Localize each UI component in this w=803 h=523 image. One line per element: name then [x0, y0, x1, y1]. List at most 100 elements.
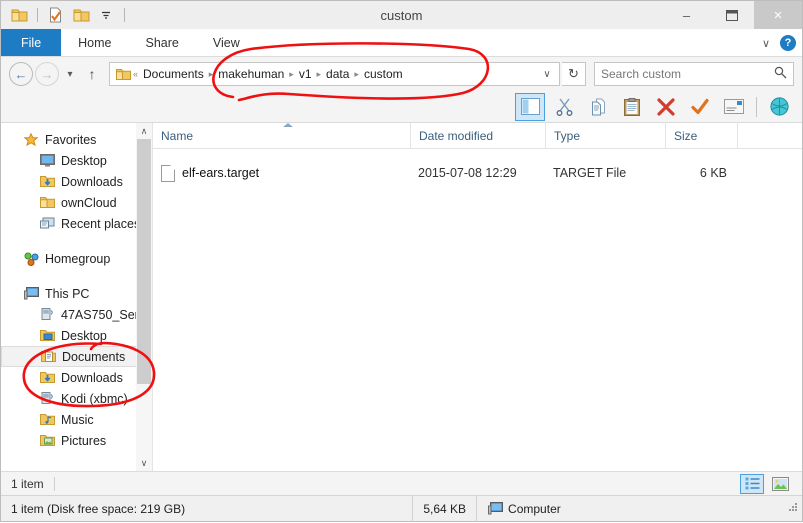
- confirm-icon[interactable]: [685, 93, 715, 121]
- column-header-date-modified[interactable]: Date modified: [410, 122, 545, 148]
- new-folder-icon[interactable]: [70, 5, 92, 25]
- column-headers: Name Date modified Type Size: [153, 123, 802, 149]
- sidebar-item-recent-places[interactable]: Recent places: [1, 213, 152, 234]
- details-view-button[interactable]: [740, 474, 764, 494]
- sidebar-item-documents[interactable]: Documents: [1, 346, 146, 367]
- tab-home[interactable]: Home: [61, 29, 128, 56]
- tab-file[interactable]: File: [1, 29, 61, 56]
- tab-share[interactable]: Share: [129, 29, 196, 56]
- scrollbar-thumb[interactable]: [137, 139, 151, 384]
- navigation-pane-scrollbar[interactable]: ∧ ∨: [136, 123, 152, 471]
- sidebar-group-homegroup[interactable]: Homegroup: [1, 248, 152, 269]
- title-bar: custom – ×: [1, 1, 802, 29]
- ribbon-tab-bar: File Home Share View ∨ ?: [1, 29, 802, 57]
- sidebar-item-music[interactable]: Music: [1, 409, 152, 430]
- sidebar-label: ownCloud: [61, 196, 117, 210]
- resize-grip[interactable]: [788, 502, 802, 515]
- sidebar-group-this-pc[interactable]: This PC: [1, 283, 152, 304]
- tab-view[interactable]: View: [196, 29, 257, 56]
- up-button[interactable]: ↑: [81, 62, 103, 86]
- sidebar-spacer-1: [1, 234, 152, 248]
- column-header-name[interactable]: Name: [153, 122, 410, 148]
- sidebar-label: Favorites: [45, 133, 96, 147]
- breadcrumb-item-data[interactable]: data: [322, 67, 353, 81]
- desktop-folder-icon: [39, 328, 55, 344]
- search-box[interactable]: [594, 62, 794, 86]
- file-list-pane: Name Date modified Type Size elf-ears.ta…: [153, 123, 802, 471]
- search-icon[interactable]: [774, 66, 787, 82]
- customize-dropdown-icon[interactable]: [95, 5, 117, 25]
- table-row[interactable]: elf-ears.target 2015-07-08 12:29 TARGET …: [153, 161, 802, 185]
- column-header-size[interactable]: Size: [665, 122, 737, 148]
- shell-icon[interactable]: [764, 93, 794, 121]
- qat-divider-1: [37, 8, 38, 22]
- explorer-body: Favorites Desktop: [1, 123, 802, 471]
- sidebar-item-owncloud[interactable]: ownCloud: [1, 192, 152, 213]
- help-icon[interactable]: ?: [780, 35, 796, 51]
- sidebar-label: Music: [61, 413, 94, 427]
- breadcrumb-item-documents[interactable]: Documents: [139, 67, 208, 81]
- breadcrumb-dropdown-icon[interactable]: ∨: [539, 69, 555, 80]
- homegroup-icon: [23, 251, 39, 267]
- forward-button[interactable]: →: [35, 62, 59, 86]
- sidebar-label: This PC: [45, 287, 89, 301]
- recent-places-icon: [39, 216, 55, 232]
- back-button[interactable]: ←: [9, 62, 33, 86]
- file-date-cell: 2015-07-08 12:29: [410, 166, 545, 180]
- pictures-folder-icon: [39, 433, 55, 449]
- breadcrumb-item-custom[interactable]: custom: [360, 67, 407, 81]
- sidebar-item-downloads-fav[interactable]: Downloads: [1, 171, 152, 192]
- refresh-button[interactable]: ↻: [562, 62, 586, 86]
- chevron-down-icon[interactable]: ∨: [762, 37, 770, 50]
- device-icon: [39, 391, 55, 407]
- large-icons-view-button[interactable]: [768, 474, 792, 494]
- breadcrumb[interactable]: « Documents ▸ makehuman ▸ v1 ▸ data ▸ cu…: [109, 62, 560, 86]
- downloads-folder-icon: [39, 174, 55, 190]
- sidebar-item-downloads[interactable]: Downloads: [1, 367, 152, 388]
- item-count-bar: 1 item: [1, 471, 802, 495]
- status-bar: 1 item (Disk free space: 219 GB) 5,64 KB…: [1, 495, 802, 521]
- delete-icon[interactable]: [651, 93, 681, 121]
- sidebar-group-favorites[interactable]: Favorites: [1, 129, 152, 150]
- maximize-button[interactable]: [709, 1, 754, 29]
- file-size-cell: 6 KB: [665, 166, 737, 180]
- search-input[interactable]: [601, 67, 774, 81]
- monitor-icon: [39, 153, 55, 169]
- file-type-cell: TARGET File: [545, 166, 665, 180]
- generic-file-icon: [161, 165, 175, 182]
- recent-locations-icon[interactable]: ▾: [61, 62, 79, 86]
- star-icon: [23, 132, 39, 148]
- new-folder-properties-icon[interactable]: [45, 5, 67, 25]
- breadcrumb-item-v1[interactable]: v1: [295, 67, 316, 81]
- toolbar-divider: [756, 97, 757, 117]
- sidebar-item-desktop-fav[interactable]: Desktop: [1, 150, 152, 171]
- navigation-pane: Favorites Desktop: [1, 123, 153, 471]
- cut-icon[interactable]: [549, 93, 579, 121]
- sidebar-label: Recent places: [61, 217, 140, 231]
- column-label: Size: [674, 129, 697, 143]
- command-toolbar: [1, 91, 802, 123]
- sidebar-label: Downloads: [61, 371, 123, 385]
- status-location-label: Computer: [508, 502, 561, 516]
- close-button[interactable]: ×: [754, 1, 802, 29]
- sidebar-item-desktop[interactable]: Desktop: [1, 325, 152, 346]
- scroll-up-icon[interactable]: ∧: [136, 123, 152, 139]
- breadcrumb-overflow[interactable]: «: [132, 69, 139, 79]
- sidebar-label: Homegroup: [45, 252, 110, 266]
- navigation-pane-toggle[interactable]: [515, 93, 545, 121]
- breadcrumb-item-makehuman[interactable]: makehuman: [214, 67, 288, 81]
- view-buttons: [740, 474, 792, 494]
- minimize-button[interactable]: –: [664, 1, 709, 29]
- documents-folder-icon: [40, 349, 56, 365]
- copy-icon[interactable]: [583, 93, 613, 121]
- column-label: Date modified: [419, 129, 493, 143]
- sidebar-item-pictures[interactable]: Pictures: [1, 430, 152, 451]
- sidebar-item-47as750-series[interactable]: 47AS750_Series: [1, 304, 152, 325]
- scroll-down-icon[interactable]: ∨: [136, 455, 152, 471]
- sidebar-item-kodi[interactable]: Kodi (xbmc): [1, 388, 152, 409]
- column-header-type[interactable]: Type: [545, 122, 665, 148]
- rename-icon[interactable]: [719, 93, 749, 121]
- paste-icon[interactable]: [617, 93, 647, 121]
- device-icon: [39, 307, 55, 323]
- folder-icon[interactable]: [8, 5, 30, 25]
